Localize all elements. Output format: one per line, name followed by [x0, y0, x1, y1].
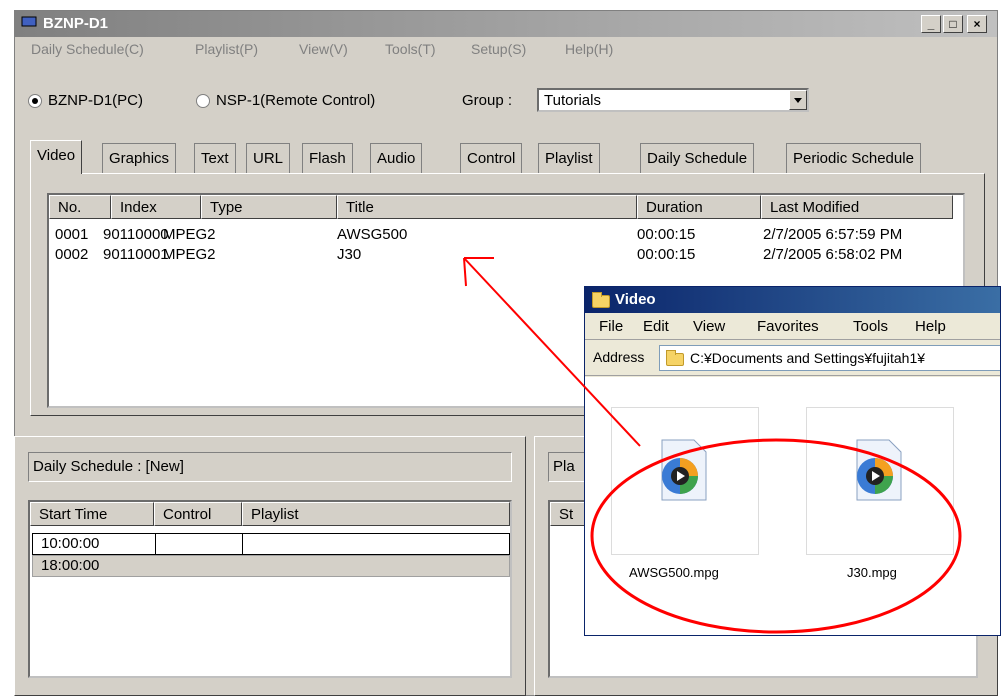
- cell-type: MPEG2: [163, 246, 216, 263]
- table-row[interactable]: 0002 90110001 MPEG2 J30 00:00:15 2/7/200…: [49, 245, 963, 265]
- col-type[interactable]: Type: [201, 195, 337, 219]
- col-last-modified[interactable]: Last Modified: [761, 195, 953, 219]
- explorer-menu-view[interactable]: View: [693, 318, 725, 335]
- radio-remote[interactable]: NSP-1(Remote Control): [196, 92, 375, 109]
- col-index[interactable]: Index: [111, 195, 201, 219]
- tab-daily-schedule[interactable]: Daily Schedule: [640, 143, 755, 173]
- menu-playlist[interactable]: Playlist(P): [195, 41, 258, 57]
- radio-remote-indicator[interactable]: [196, 94, 210, 109]
- cell-title: AWSG500: [337, 226, 408, 243]
- cell-no: 0001: [55, 226, 89, 243]
- video-list-header: No. Index Type Title Duration Last Modif…: [49, 195, 963, 219]
- explorer-menu-help[interactable]: Help: [915, 318, 946, 335]
- daily-schedule-label: Daily Schedule : [New]: [28, 452, 512, 482]
- file-name-awsg500[interactable]: AWSG500.mpg: [629, 565, 719, 580]
- table-row[interactable]: 0001 90110000 MPEG2 AWSG500 00:00:15 2/7…: [49, 225, 963, 245]
- media-file-icon: [661, 439, 707, 501]
- explorer-title-bar: Video: [585, 287, 1000, 313]
- cell-playlist[interactable]: [242, 533, 510, 555]
- file-tile-awsg500[interactable]: [611, 407, 759, 555]
- cell-type: MPEG2: [163, 226, 216, 243]
- chevron-down-icon[interactable]: [789, 90, 807, 110]
- cell-title: J30: [337, 246, 362, 263]
- explorer-menu-edit[interactable]: Edit: [643, 318, 669, 335]
- cell-modified: 2/7/2005 6:58:02 PM: [763, 246, 903, 263]
- explorer-title: Video: [615, 291, 656, 308]
- explorer-menu-favorites[interactable]: Favorites: [757, 318, 819, 335]
- group-label: Group :: [462, 92, 513, 109]
- cell-start-time[interactable]: 10:00:00: [32, 533, 156, 555]
- close-button[interactable]: ×: [967, 15, 987, 33]
- cell-no: 0002: [55, 246, 89, 263]
- col-no[interactable]: No.: [49, 195, 111, 219]
- cell-index: 90110000: [103, 226, 169, 243]
- tab-flash[interactable]: Flash: [302, 143, 353, 173]
- explorer-file-area: AWSG500.mpg J30.mpg: [585, 377, 1000, 635]
- col-playlist[interactable]: Playlist: [242, 502, 510, 526]
- address-label: Address: [593, 349, 645, 365]
- col-duration[interactable]: Duration: [637, 195, 761, 219]
- title-bar: BZNP-D1 _ □ ×: [15, 11, 997, 37]
- file-name-j30[interactable]: J30.mpg: [847, 565, 897, 580]
- cell-duration: 00:00:15: [637, 226, 696, 243]
- group-select[interactable]: Tutorials: [537, 88, 809, 112]
- menu-tools[interactable]: Tools(T): [385, 41, 436, 57]
- tab-audio[interactable]: Audio: [370, 143, 423, 173]
- cell-control[interactable]: [155, 533, 243, 555]
- cell-duration: 00:00:15: [637, 246, 696, 263]
- menu-daily-schedule[interactable]: Daily Schedule(C): [31, 41, 144, 57]
- col-title[interactable]: Title: [337, 195, 637, 219]
- menu-bar: Daily Schedule(C) Playlist(P) View(V) To…: [15, 38, 997, 60]
- file-tile-j30[interactable]: [806, 407, 954, 555]
- minimize-button[interactable]: _: [921, 15, 941, 33]
- tab-url[interactable]: URL: [246, 143, 291, 173]
- daily-schedule-grid[interactable]: Start Time Control Playlist 10:00:00 18:…: [28, 500, 512, 678]
- cell-index: 90110001: [103, 246, 169, 263]
- radio-pc-indicator[interactable]: [28, 94, 42, 109]
- selected-row[interactable]: 18:00:00: [32, 555, 510, 577]
- col-start-time[interactable]: Start Time: [30, 502, 154, 526]
- tab-text[interactable]: Text: [194, 143, 236, 173]
- radio-remote-label: NSP-1(Remote Control): [216, 92, 376, 109]
- explorer-address-bar: Address C:¥Documents and Settings¥fujita…: [585, 341, 1000, 376]
- address-folder-icon: [666, 350, 684, 366]
- explorer-menu-bar: File Edit View Favorites Tools Help: [585, 313, 1000, 340]
- address-field[interactable]: C:¥Documents and Settings¥fujitah1¥: [659, 345, 1000, 371]
- cell-modified: 2/7/2005 6:57:59 PM: [763, 226, 903, 243]
- tab-graphics[interactable]: Graphics: [102, 143, 177, 173]
- menu-view[interactable]: View(V): [299, 41, 348, 57]
- address-value: C:¥Documents and Settings¥fujitah1¥: [690, 350, 926, 366]
- explorer-window: Video File Edit View Favorites Tools Hel…: [584, 286, 1001, 636]
- menu-help[interactable]: Help(H): [565, 41, 613, 57]
- tab-periodic-schedule[interactable]: Periodic Schedule: [786, 143, 921, 173]
- explorer-menu-file[interactable]: File: [599, 318, 623, 335]
- maximize-button[interactable]: □: [943, 15, 963, 33]
- group-select-value: Tutorials: [544, 92, 601, 109]
- col-control[interactable]: Control: [154, 502, 242, 526]
- window-title: BZNP-D1: [43, 15, 109, 32]
- menu-setup[interactable]: Setup(S): [471, 41, 526, 57]
- tab-control[interactable]: Control: [460, 143, 523, 173]
- radio-pc-label: BZNP-D1(PC): [48, 92, 144, 109]
- explorer-menu-tools[interactable]: Tools: [853, 318, 888, 335]
- tab-playlist[interactable]: Playlist: [538, 143, 600, 173]
- radio-pc[interactable]: BZNP-D1(PC): [28, 92, 143, 109]
- folder-icon: [592, 292, 610, 308]
- app-monitor-icon: [21, 16, 37, 29]
- tab-video[interactable]: Video: [30, 140, 83, 174]
- media-file-icon: [856, 439, 902, 501]
